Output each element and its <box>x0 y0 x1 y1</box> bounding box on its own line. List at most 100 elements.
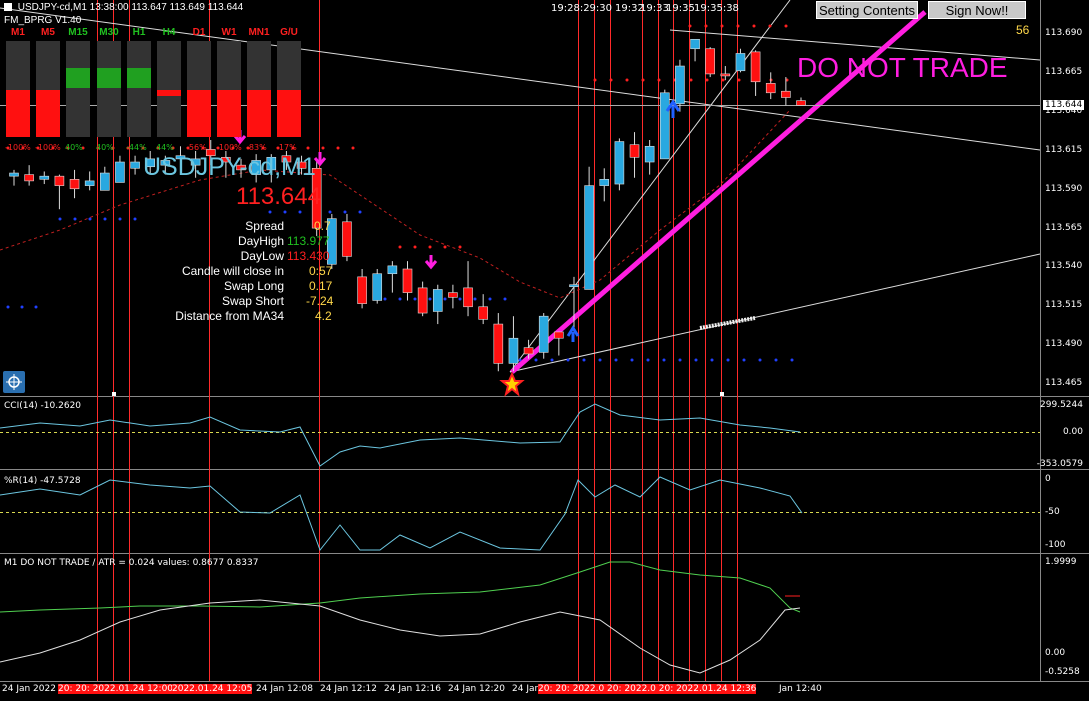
candle <box>357 269 367 309</box>
timeframe-strength-bar <box>187 41 211 137</box>
candle-body <box>569 284 579 288</box>
timeframe-percent: -100% <box>5 143 31 152</box>
setting-contents-button[interactable]: Setting Contents <box>816 1 918 19</box>
candle <box>629 132 640 178</box>
sell-arrow-icon <box>424 255 438 270</box>
time-axis-label: 24 Jan 12:20 <box>448 684 505 694</box>
signal-dot <box>306 146 310 150</box>
signal-dot <box>736 24 740 28</box>
m1-green-line <box>0 561 801 613</box>
signal-dot <box>73 217 77 221</box>
time-axis-label: 2022.01.24 12:05 <box>172 684 253 694</box>
signal-dot <box>758 358 762 362</box>
candle-body <box>781 90 791 98</box>
candle <box>417 281 428 317</box>
candle <box>54 174 65 210</box>
signal-dot <box>88 217 92 221</box>
candle-body <box>614 141 625 185</box>
price-axis-label: 113.615 <box>1045 144 1083 155</box>
wpr-axis-label: 0 <box>1045 474 1051 484</box>
time-axis-label: 24 Jan 12:16 <box>384 684 441 694</box>
m1-axis-label: 1.9999 <box>1045 557 1077 567</box>
candle-body <box>690 38 700 50</box>
signal-dot <box>351 146 355 150</box>
signal-dot <box>58 217 62 221</box>
candle-body <box>659 92 670 160</box>
time-axis-label: 20: 20: 2022.0 20: 2022.0 20: 2022.01.24… <box>538 684 757 694</box>
candle-body <box>372 273 383 301</box>
timeframe-label: H1 <box>132 27 146 38</box>
star-signal-icon <box>499 371 525 397</box>
timeframe-strength-bar <box>217 41 241 137</box>
swaplong-value: 0.17 <box>309 279 333 293</box>
candle-body <box>115 161 125 183</box>
timeframe-strength-bar <box>127 41 151 137</box>
signal-dot <box>398 245 402 249</box>
trendline-steep[interactable] <box>509 0 791 373</box>
candle <box>342 213 352 262</box>
signal-dot <box>721 78 725 82</box>
signal-dot <box>705 78 709 82</box>
candle <box>750 50 761 96</box>
signal-dot <box>413 297 417 301</box>
timeframe-percent: -56% <box>186 143 207 152</box>
candle <box>24 165 34 186</box>
candle <box>614 138 625 191</box>
dropdown-icon[interactable] <box>4 3 12 12</box>
signal-dot <box>343 210 347 214</box>
signal-dot <box>790 358 794 362</box>
swapshort-label: Swap Short <box>221 294 284 308</box>
candle <box>644 139 655 175</box>
price-axis-label: 113.515 <box>1045 300 1083 311</box>
candle-body <box>39 175 50 180</box>
timeframe-percent: 44% <box>156 143 174 152</box>
price-axis-label: 113.690 <box>1045 28 1083 38</box>
candle <box>765 72 776 100</box>
candle <box>69 169 80 199</box>
m1-axis-label: 0.00 <box>1045 648 1066 658</box>
candle <box>387 261 398 293</box>
signal-dot <box>6 305 10 309</box>
candle <box>402 261 413 301</box>
price-axis-label: 113.565 <box>1045 222 1083 233</box>
candle <box>675 59 685 112</box>
timeframe-percent: 40% <box>96 143 114 152</box>
do-not-trade-warning: DO NOT TRADE <box>797 52 1008 83</box>
signal-dot <box>428 245 432 249</box>
m1-pane[interactable] <box>0 561 801 674</box>
candle-body <box>796 100 806 106</box>
candle-body <box>735 53 746 72</box>
candle <box>554 331 564 356</box>
cci-pane[interactable] <box>0 403 1040 467</box>
timeframe-label: M1 <box>11 27 25 38</box>
wpr-axis-label: -50 <box>1045 507 1060 517</box>
signal-dot <box>336 146 340 150</box>
top-time: 19:35:38 <box>694 3 739 14</box>
signal-dot <box>737 78 741 82</box>
wpr-pane[interactable] <box>0 476 1040 552</box>
m1-title: M1 DO NOT TRADE / ATR = 0.024 values: 0.… <box>4 558 259 568</box>
timeframe-label: M30 <box>99 27 119 38</box>
daylow-label: DayLow <box>240 249 284 263</box>
cci-axis-label: 0.00 <box>1062 427 1083 437</box>
signal-dot <box>20 305 24 309</box>
cci-axis-label: 299.5244 <box>1040 400 1083 410</box>
candle <box>720 66 731 81</box>
timeframe-label: G/U <box>280 27 298 38</box>
candle-body <box>342 221 352 257</box>
signal-dot <box>662 358 666 362</box>
signal-dot <box>609 78 613 82</box>
signal-dot <box>598 358 602 362</box>
price-big-label: 113.644 <box>236 183 321 210</box>
timeframe-percent: 40% <box>65 143 83 152</box>
candle-body <box>448 292 458 298</box>
cci-axis-label: -353.0579 <box>1036 459 1083 469</box>
navigator-icon[interactable] <box>3 371 25 393</box>
candle <box>39 171 50 185</box>
sign-now-button[interactable]: Sign Now!! <box>928 1 1026 19</box>
price-axis-label: 113.540 <box>1045 261 1083 272</box>
candle-body <box>357 276 367 304</box>
candle-body <box>417 287 428 314</box>
signal-dot <box>625 78 629 82</box>
candle <box>781 77 791 106</box>
